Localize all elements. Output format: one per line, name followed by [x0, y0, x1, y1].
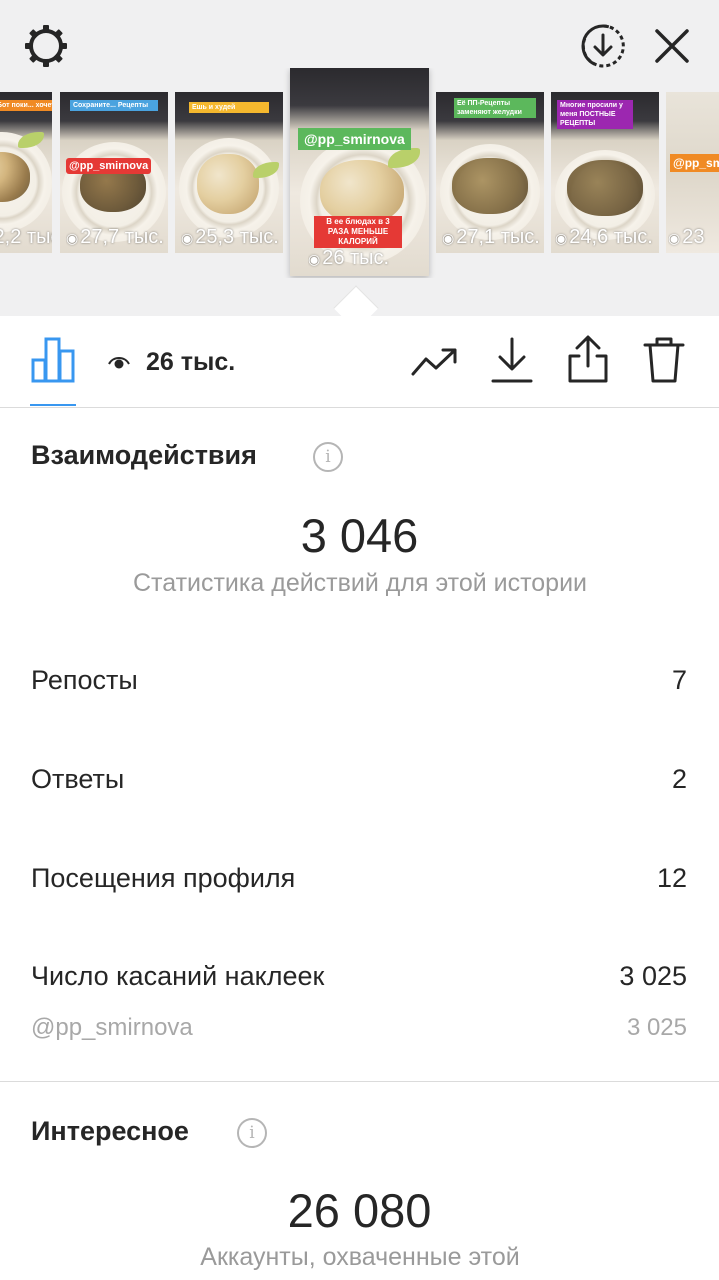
- share-icon: [568, 335, 608, 383]
- eye-icon: ◉: [555, 230, 568, 246]
- discovery-title: Интересное: [31, 1116, 189, 1146]
- story-views: 25,3 тыс.: [195, 226, 279, 248]
- insights-toolbar: 26 тыс.: [0, 316, 719, 408]
- download-circle-icon: [581, 24, 625, 68]
- story-strip-area: Бот поки... хочет к чаю ◉2,2 тыс. Сохран…: [0, 0, 719, 316]
- story-username-tag: @pp_sm: [670, 154, 719, 172]
- story-thumbnail-selected[interactable]: @pp_smirnova В ее блюдах в 3 РАЗА МЕНЬШЕ…: [290, 68, 429, 276]
- discovery-caption: Аккаунты, охваченные этой: [200, 1243, 520, 1271]
- profile-visits-value: 12: [656, 863, 687, 893]
- story-views: 2,2 тыс.: [0, 226, 52, 248]
- story-thumbnail[interactable]: Сохраните... Рецепты @pp_smirnova ◉ 27,7 …: [60, 92, 168, 253]
- sticker-username-value: 3 025: [626, 1014, 687, 1041]
- close-button[interactable]: [650, 24, 694, 68]
- profile-visits-label: Посещения профиля: [31, 863, 296, 893]
- story-tag: Ешь и худей: [189, 102, 269, 113]
- eye-icon: [108, 357, 130, 369]
- story-thumbnail[interactable]: Бот поки... хочет к чаю ◉2,2 тыс.: [0, 92, 52, 253]
- reposts-value: 7: [671, 665, 687, 695]
- story-views: 27,1 тыс.: [456, 226, 540, 248]
- story-tag: Сохраните... Рецепты: [70, 100, 158, 111]
- info-icon[interactable]: i: [313, 442, 343, 472]
- sticker-taps-value: 3 025: [619, 961, 687, 991]
- info-icon[interactable]: i: [237, 1118, 267, 1148]
- trash-icon: [643, 337, 685, 383]
- settings-button[interactable]: [20, 20, 72, 72]
- story-tag: Многие просили у меня ПОСТНЫЕ РЕЦЕПТЫ: [557, 100, 633, 129]
- download-button[interactable]: [490, 336, 534, 384]
- sticker-username-label: @pp_smirnova: [31, 1014, 193, 1041]
- story-thumbnail[interactable]: Ешь и худей ◉ 25,3 тыс.: [175, 92, 283, 253]
- story-tag: Её ПП-Рецепты заменяют желудки: [454, 98, 536, 118]
- sticker-taps-label: Число касаний наклеек: [31, 961, 325, 991]
- story-thumbnail[interactable]: Многие просили у меня ПОСТНЫЕ РЕЦЕПТЫ ◉ 2…: [551, 92, 659, 253]
- story-username-tag: @pp_smirnova: [298, 128, 411, 150]
- replies-value: 2: [671, 764, 687, 794]
- trending-up-icon: [411, 348, 457, 376]
- eye-icon: ◉: [181, 230, 194, 246]
- discovery-total: 26 080: [287, 1184, 432, 1237]
- eye-icon: ◉: [668, 230, 681, 246]
- replies-label: Ответы: [31, 764, 125, 794]
- trend-button[interactable]: [410, 342, 460, 382]
- story-thumbnail[interactable]: @pp_sm ◉ 23: [666, 92, 719, 253]
- eye-icon: ◉: [66, 230, 79, 246]
- interactions-caption: Статистика действий для этой истории: [132, 569, 588, 597]
- story-thumbnail[interactable]: Её ПП-Рецепты заменяют желудки ◉ 27,1 тыс…: [436, 92, 544, 253]
- views-count: 26 тыс.: [146, 347, 236, 376]
- story-tag: Бот поки... хочет к чаю: [0, 100, 52, 111]
- interactions-title: Взаимодействия: [31, 440, 257, 470]
- insights-tab[interactable]: [30, 336, 76, 406]
- story-views: 24,6 тыс.: [569, 226, 653, 248]
- gear-icon: [25, 25, 67, 67]
- eye-icon: ◉: [442, 230, 455, 246]
- section-divider: [0, 1081, 719, 1082]
- active-tab-indicator: [30, 404, 76, 406]
- delete-button[interactable]: [642, 334, 686, 384]
- share-button[interactable]: [566, 334, 610, 384]
- download-icon: [491, 337, 533, 383]
- views-summary: 26 тыс.: [108, 344, 235, 380]
- story-thumbnails[interactable]: Бот поки... хочет к чаю ◉2,2 тыс. Сохран…: [0, 68, 719, 278]
- story-tag: В ее блюдах в 3 РАЗА МЕНЬШЕ КАЛОРИЙ: [314, 216, 402, 248]
- bar-chart-icon: [31, 337, 75, 383]
- story-views: 26 тыс.: [322, 247, 390, 269]
- close-icon: [655, 29, 689, 63]
- download-circle-button[interactable]: [579, 22, 627, 70]
- story-username-tag: @pp_smirnova: [66, 158, 152, 174]
- story-views: 23: [682, 226, 705, 248]
- story-views: 27,7 тыс.: [80, 226, 164, 248]
- reposts-label: Репосты: [31, 665, 138, 695]
- eye-icon: ◉: [308, 251, 321, 267]
- interactions-total: 3 046: [300, 509, 419, 562]
